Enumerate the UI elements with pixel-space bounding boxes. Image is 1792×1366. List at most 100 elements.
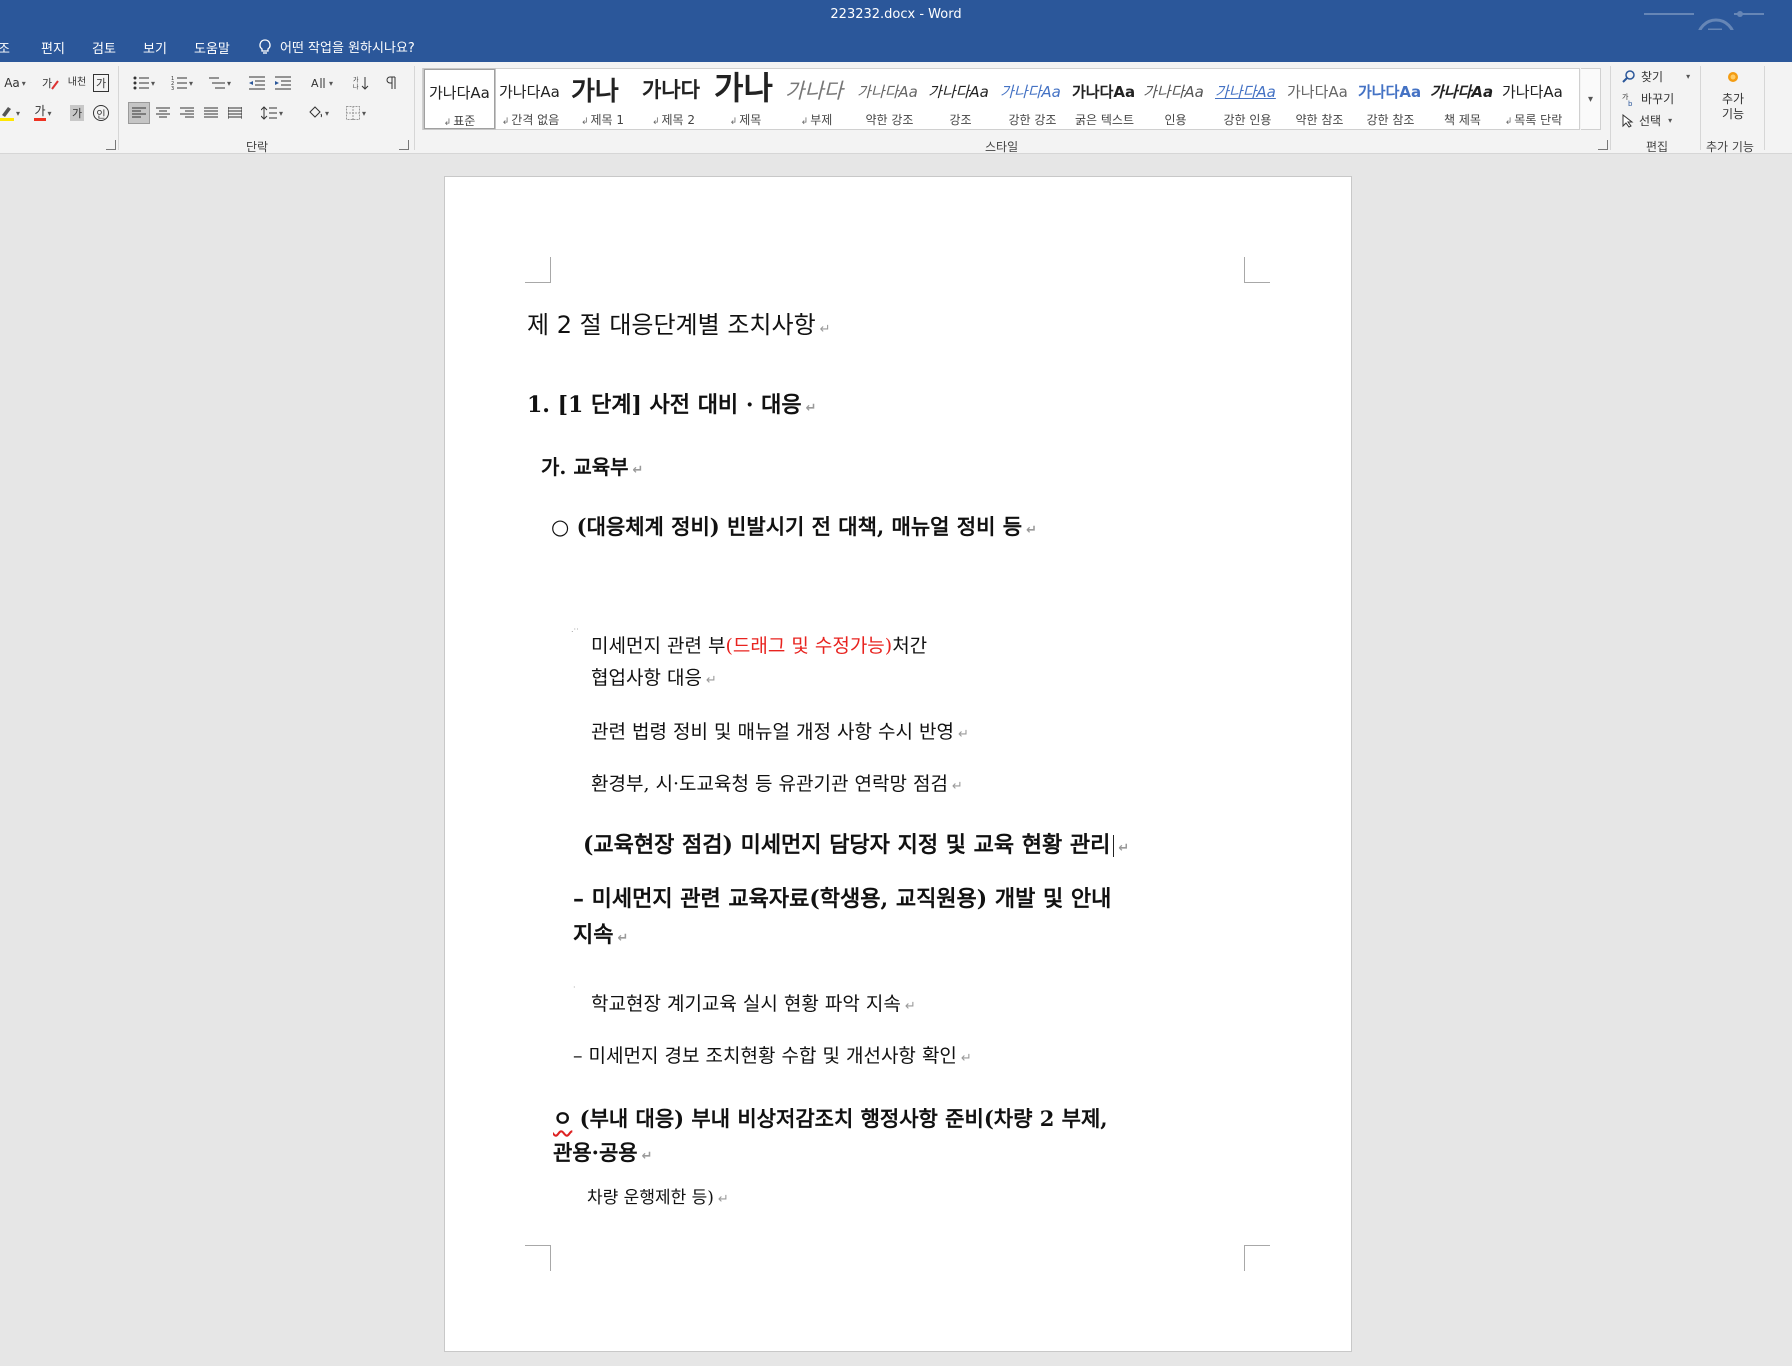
doc-heading[interactable]: 제 2 절 대응단계별 조치사항 ↵ xyxy=(527,305,831,340)
asian-layout-button[interactable]: A ▾ xyxy=(306,72,338,94)
multilevel-list-button[interactable]: ▾ xyxy=(204,72,236,94)
crop-mark-top-right xyxy=(1244,257,1270,283)
style-intense-emphasis[interactable]: 가나다Aa 강한 강조 xyxy=(996,69,1067,129)
doc-item-1b[interactable]: 관련 법령 정비 및 매뉴얼 개정 사항 수시 반영 ↵ xyxy=(591,717,969,744)
group-separator xyxy=(1764,66,1765,150)
tab-help[interactable]: 도움말 xyxy=(194,38,230,57)
style-emphasis[interactable]: 가나다Aa 강조 xyxy=(924,69,995,129)
addins-line1: 추가 xyxy=(1721,92,1745,106)
style-label: 표준 xyxy=(453,114,476,128)
doc-item-2[interactable]: (교육현장 점검) 미세먼지 담당자 지정 및 교육 현황 관리 ↵ xyxy=(583,827,1129,859)
style-label-wrap: 약한 참조 xyxy=(1283,111,1354,128)
tab-view[interactable]: 보기 xyxy=(143,38,167,57)
doc-item-1a-line2[interactable]: 협업사항 대응 ↵ xyxy=(591,663,717,690)
doc-item-3-line2[interactable]: 관용·공용 ↵ xyxy=(553,1137,653,1167)
align-left-button[interactable] xyxy=(128,102,150,124)
show-hide-marks-button[interactable] xyxy=(380,72,402,94)
decrease-indent-button[interactable] xyxy=(246,72,268,94)
style-sample: 가나 xyxy=(714,69,773,107)
doc-item-2a-line1: – 미세먼지 관련 교육자료(학생용, 교직원용) 개발 및 안내 xyxy=(573,886,1112,912)
paragraph-dialog-launcher-icon[interactable] xyxy=(399,140,409,150)
phonetic-guide-button[interactable]: 내천 xyxy=(66,72,88,94)
style-book-title[interactable]: 가나다Aa 책 제목 xyxy=(1426,69,1497,129)
styles-dialog-launcher-icon[interactable] xyxy=(1598,140,1608,150)
change-case-button[interactable]: Aa ▾ xyxy=(0,72,30,94)
justify-button[interactable] xyxy=(200,102,222,124)
highlight-color-button[interactable]: ▾ xyxy=(0,102,20,124)
window-title: 223232.docx - Word xyxy=(830,7,962,22)
style-sample: 가나다Aa xyxy=(857,83,918,101)
distributed-icon xyxy=(228,107,242,119)
cursor-arrow-icon xyxy=(1622,113,1634,128)
doc-item-2c[interactable]: – 미세먼지 경보 조치현황 수합 및 개선사항 확인 ↵ xyxy=(573,1041,972,1068)
enclose-characters-glyph: 인 xyxy=(93,105,109,121)
doc-item-2a[interactable]: – 미세먼지 관련 교육자료(학생용, 교직원용) 개발 및 안내 xyxy=(573,881,1111,913)
svg-text:b: b xyxy=(1628,100,1633,106)
style-quote[interactable]: 가나다Aa 인용 xyxy=(1139,69,1210,129)
line-spacing-button[interactable]: ▾ xyxy=(256,102,288,124)
doc-item-3-line3[interactable]: 차량 운행제한 등) ↵ xyxy=(587,1183,729,1208)
chevron-down-icon: ▾ xyxy=(188,78,193,88)
numbered-list-icon: 123 xyxy=(171,76,187,90)
style-title[interactable]: 가나 ↲ 제목 xyxy=(710,69,781,129)
doc-sub-ga[interactable]: 가. 교육부 ↵ xyxy=(541,451,643,480)
character-shading-button[interactable]: 가 xyxy=(66,102,88,124)
style-heading-2[interactable]: 가나다 ↲ 제목 2 xyxy=(638,69,709,129)
shading-button[interactable]: ▾ xyxy=(302,102,334,124)
replace-button[interactable]: 가b 바꾸기 xyxy=(1622,90,1674,107)
increase-indent-button[interactable] xyxy=(272,72,294,94)
doc-item-1a-pre: 미세먼지 관련 부 xyxy=(591,635,726,657)
select-button[interactable]: 선택 ▾ xyxy=(1622,112,1672,129)
doc-item-2a-line2[interactable]: 지속 ↵ xyxy=(573,917,628,949)
tab-mailings[interactable]: 편지 xyxy=(41,38,65,57)
paragraph-mark: ↵ xyxy=(957,727,969,742)
highlighter-icon xyxy=(0,107,14,121)
style-sample: 가나다Aa xyxy=(1358,83,1422,101)
style-no-spacing[interactable]: 가나다Aa ↲ 간격 없음 xyxy=(495,69,566,129)
doc-section-1[interactable]: 1. [1 단계] 사전 대비 · 대응 ↵ xyxy=(527,387,817,419)
addins-button[interactable]: 추가 기능 xyxy=(1700,66,1766,136)
distributed-button[interactable] xyxy=(224,102,246,124)
bullets-button[interactable]: ▾ xyxy=(128,72,160,94)
doc-item-3[interactable]: ㅇ (부내 대응) 부내 비상저감조치 행정사항 준비(차량 2 부제, xyxy=(553,1103,1108,1133)
font-dialog-launcher-icon[interactable] xyxy=(106,140,116,150)
document-canvas[interactable]: 제 2 절 대응단계별 조치사항 ↵ 1. [1 단계] 사전 대비 · 대응 ↵ … xyxy=(0,154,1792,1366)
style-subtle-reference[interactable]: 가나다Aa 약한 참조 xyxy=(1283,69,1354,129)
doc-item-1c[interactable]: 환경부, 시·도교육청 등 유관기관 연락망 점검 ↵ xyxy=(591,769,963,796)
style-subtle-emphasis[interactable]: 가나다Aa 약한 강조 xyxy=(853,69,924,129)
styles-more-button[interactable]: ▾ xyxy=(1581,68,1601,130)
style-strong[interactable]: 가나다Aa 굵은 텍스트 xyxy=(1068,69,1139,129)
style-intense-reference[interactable]: 가나다Aa 강한 참조 xyxy=(1354,69,1425,129)
style-label: 굵은 텍스트 xyxy=(1074,113,1134,127)
font-color-glyph: 가 xyxy=(34,105,46,121)
style-subtitle[interactable]: 가나다 ↲ 부제 xyxy=(781,69,852,129)
tell-me-text: 어떤 작업을 원하시나요? xyxy=(280,41,415,56)
document-page[interactable]: 제 2 절 대응단계별 조치사항 ↵ 1. [1 단계] 사전 대비 · 대응 ↵ … xyxy=(444,176,1352,1352)
tell-me-search[interactable]: 어떤 작업을 원하시나요? xyxy=(258,37,415,56)
align-right-button[interactable] xyxy=(176,102,198,124)
clear-formatting-button[interactable]: 가 xyxy=(40,72,62,94)
enclose-characters-button[interactable]: 인 xyxy=(90,102,112,124)
paragraph-mark: ↵ xyxy=(705,673,717,688)
style-label-wrap: 굵은 텍스트 xyxy=(1068,111,1139,128)
find-button[interactable]: 찾기 ▾ xyxy=(1622,68,1690,85)
align-center-button[interactable] xyxy=(152,102,174,124)
doc-item-1[interactable]: ○ (대응체계 정비) 빈발시기 전 대책, 매뉴얼 정비 등 ↵ xyxy=(551,511,1037,541)
doc-item-1a-red: (드래그 및 수정가능) xyxy=(725,635,893,657)
style-list-paragraph[interactable]: 가나다Aa ↲ 목록 단락 xyxy=(1498,69,1569,129)
font-color-button[interactable]: 가 ▾ xyxy=(28,102,58,124)
numbering-button[interactable]: 1 2 3 ▾ xyxy=(166,72,198,94)
style-heading-1[interactable]: 가나 ↲ 제목 1 xyxy=(567,69,638,129)
style-normal[interactable]: 가나다Aa ↲ 표준 xyxy=(423,68,496,130)
borders-button[interactable]: ▾ xyxy=(340,102,372,124)
paragraph-mark: ↵ xyxy=(904,999,916,1014)
tab-review[interactable]: 검토 xyxy=(92,38,116,57)
doc-item-1a[interactable]: 미세먼지 관련 부(드래그 및 수정가능)처간 xyxy=(591,631,927,658)
sort-button[interactable]: 가나 xyxy=(350,72,372,94)
tab-references[interactable]: 조 xyxy=(0,38,10,57)
doc-item-2b[interactable]: 학교현장 계기교육 실시 현황 파악 지속 ↵ xyxy=(591,989,916,1016)
style-intense-quote[interactable]: 가나다Aa 강한 인용 xyxy=(1211,69,1282,129)
character-border-button[interactable]: 가 xyxy=(90,72,112,94)
style-label-wrap: 강한 참조 xyxy=(1354,111,1425,128)
ribbon: Aa▾ 가 내천 가 ▾ 가▾ 가 인 ▾ 123▾ ▾ A▾ 가나 xyxy=(0,62,1792,154)
